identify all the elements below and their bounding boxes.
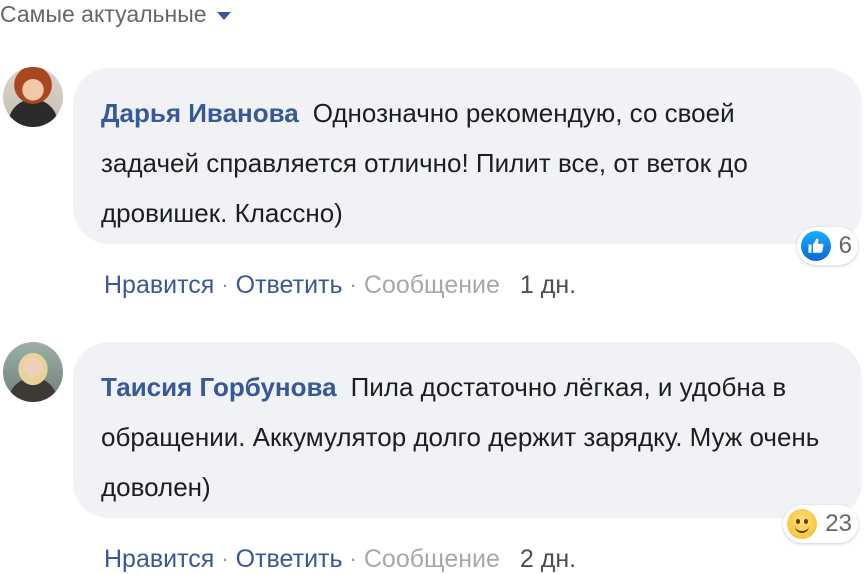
- comment-timestamp[interactable]: 2 дн.: [520, 544, 576, 574]
- comment-bubble: Дарья Иванова Однозначно рекомендую, со с…: [73, 68, 862, 244]
- reaction-count: 23: [825, 510, 852, 537]
- separator: ·: [221, 546, 229, 571]
- reply-button[interactable]: Ответить: [236, 544, 343, 574]
- reaction-summary[interactable]: 23: [783, 505, 858, 543]
- separator: ·: [349, 272, 357, 297]
- message-button[interactable]: Сообщение: [364, 544, 500, 574]
- avatar[interactable]: [3, 67, 63, 127]
- comment-author[interactable]: Дарья Иванова: [101, 98, 299, 128]
- separator: ·: [221, 272, 229, 297]
- comment-actions: Нравится · Ответить · Сообщение 1 дн.: [104, 270, 576, 300]
- like-button[interactable]: Нравится: [104, 270, 214, 300]
- separator: ·: [349, 546, 357, 571]
- sort-label: Самые актуальные: [0, 1, 207, 27]
- sort-dropdown[interactable]: Самые актуальные: [0, 0, 231, 28]
- reaction-count: 6: [838, 232, 852, 259]
- comment-author[interactable]: Таисия Горбунова: [101, 372, 337, 402]
- comment-timestamp[interactable]: 1 дн.: [520, 270, 576, 300]
- like-icon: [800, 231, 831, 261]
- message-button[interactable]: Сообщение: [364, 270, 500, 300]
- reaction-summary[interactable]: 6: [796, 227, 858, 265]
- avatar[interactable]: [3, 342, 63, 402]
- comment-actions: Нравится · Ответить · Сообщение 2 дн.: [104, 544, 576, 574]
- like-button[interactable]: Нравится: [104, 544, 214, 574]
- smile-icon: [787, 509, 818, 539]
- caret-down-icon: [216, 11, 231, 20]
- comment-bubble: Таисия Горбунова Пила достаточно лёгкая, …: [73, 342, 862, 518]
- reply-button[interactable]: Ответить: [236, 270, 343, 300]
